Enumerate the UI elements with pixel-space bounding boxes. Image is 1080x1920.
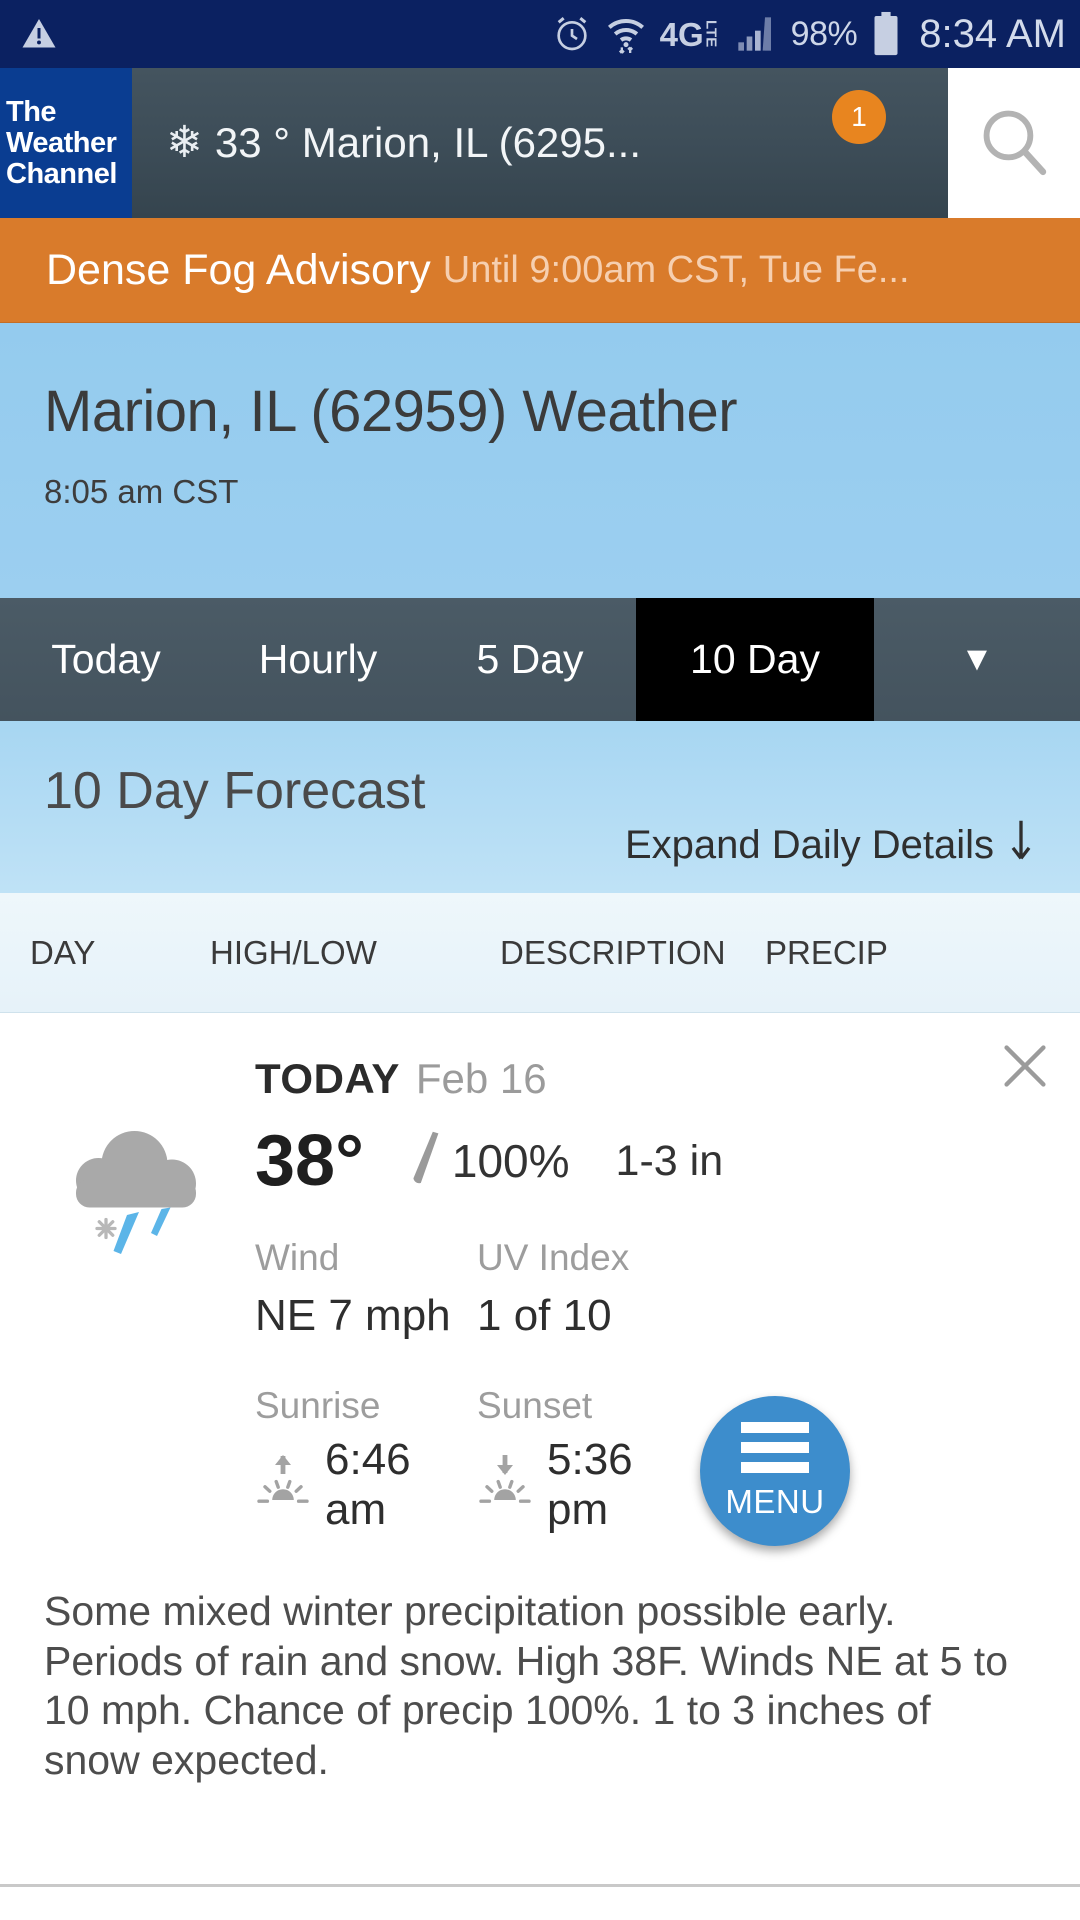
alert-count-badge[interactable]: 1 (832, 90, 886, 144)
sunset-icon (477, 1452, 533, 1519)
page-title: Marion, IL (62959) Weather (44, 379, 738, 444)
sunrise-label: Sunrise (255, 1385, 381, 1426)
uv-value: 1 of 10 (477, 1291, 612, 1340)
column-header-high-low: HIGH/LOW (210, 933, 377, 971)
network-label: 4G (659, 15, 704, 53)
daily-detail-content: TODAY Feb 16 38° 100% 1-3 in Wind NE 7 m… (255, 1055, 1080, 1535)
expand-daily-details-button[interactable]: Expand Daily Details (625, 819, 1034, 871)
wind-uv-row: Wind NE 7 mph UV Index 1 of 10 (255, 1237, 1080, 1341)
location-hero: Marion, IL (62959) Weather 8:05 am CST (0, 323, 1080, 598)
daily-detail-card: TODAY Feb 16 38° 100% 1-3 in Wind NE 7 m… (0, 1013, 1080, 1786)
column-header-description: DESCRIPTION (500, 933, 726, 971)
cellular-signal-icon (733, 14, 777, 54)
battery-icon (871, 11, 901, 57)
network-type-icon: 4G LTE (659, 15, 720, 53)
snowflake-icon: ❄ (166, 118, 203, 167)
forecast-header: 10 Day Forecast Expand Daily Details (0, 721, 1080, 893)
daily-detail-body: TODAY Feb 16 38° 100% 1-3 in Wind NE 7 m… (0, 1013, 1080, 1785)
logo-line-1: The (6, 95, 57, 128)
forecast-title: 10 Day Forecast (44, 762, 426, 820)
tab-10-day[interactable]: 10 Day (636, 598, 874, 721)
expand-daily-details-label: Expand Daily Details (624, 822, 994, 867)
search-icon (977, 104, 1051, 183)
app-bar: The Weather Channel ❄ 33 ° Marion, IL (6… (0, 68, 1080, 218)
uv-label: UV Index (477, 1237, 630, 1278)
wind-label: Wind (255, 1237, 340, 1278)
sunrise-time: 6:46 am (325, 1435, 411, 1534)
menu-fab-label: MENU (725, 1482, 825, 1520)
sunrise-sunset-row: Sunrise 6:46 am Sunset 5:36 pm (255, 1385, 1080, 1535)
status-bar-left (20, 16, 58, 52)
temperature-row: 38° 100% 1-3 in (255, 1125, 1080, 1197)
wifi-icon (606, 14, 646, 54)
day-label: TODAY (255, 1055, 400, 1102)
sunset-label: Sunset (477, 1385, 593, 1426)
tab-hourly[interactable]: Hourly (212, 598, 424, 721)
date-row: TODAY Feb 16 (255, 1055, 1080, 1103)
uv-metric: UV Index 1 of 10 (477, 1237, 699, 1341)
observed-time: 8:05 am CST (44, 473, 239, 510)
forecast-narrative: Some mixed winter precipitation possible… (44, 1588, 1009, 1783)
arrow-down-icon (1008, 819, 1034, 871)
search-button[interactable] (948, 68, 1080, 218)
weather-alert-banner[interactable]: Dense Fog Advisory Until 9:00am CST, Tue… (0, 218, 1080, 323)
raindrop-icon (406, 1127, 442, 1196)
alarm-clock-icon (552, 14, 592, 54)
cloud-rain-snow-icon (52, 1113, 217, 1263)
column-header-precip: PRECIP (765, 933, 888, 971)
menu-fab-button[interactable]: MENU (700, 1396, 850, 1546)
forecast-column-headers: DAY HIGH/LOW DESCRIPTION PRECIP (0, 893, 1080, 1013)
sunrise-icon (255, 1452, 311, 1519)
wind-metric: Wind NE 7 mph (255, 1237, 477, 1341)
network-sub-label: LTE (702, 19, 720, 47)
high-temperature: 38° (255, 1121, 364, 1201)
alert-subtitle: Until 9:00am CST, Tue Fe... (442, 248, 910, 291)
tab-5-day[interactable]: 5 Day (424, 598, 636, 721)
wind-value: NE 7 mph (255, 1291, 451, 1340)
detail-metrics-grid: Wind NE 7 mph UV Index 1 of 10 Sunrise 6… (255, 1237, 1080, 1535)
sunrise-value-row: 6:46 am (255, 1435, 477, 1535)
location-summary-label: 33 ° Marion, IL (6295... (214, 119, 642, 166)
snow-accumulation: 1-3 in (615, 1136, 724, 1185)
sunset-value-row: 5:36 pm (477, 1435, 699, 1535)
logo-line-3: Channel (6, 157, 117, 190)
sunset-time: 5:36 pm (547, 1435, 633, 1534)
column-header-day: DAY (30, 933, 96, 971)
android-status-bar: 4G LTE 98% 8:34 AM (0, 0, 1080, 68)
date-label: Feb 16 (415, 1055, 547, 1102)
tab-today[interactable]: Today (0, 598, 212, 721)
tab-more-button[interactable]: ▼ (874, 598, 1080, 721)
location-selector[interactable]: ❄ 33 ° Marion, IL (6295... 1 (132, 68, 948, 218)
chevron-down-icon: ▼ (960, 640, 994, 678)
sunrise-metric: Sunrise 6:46 am (255, 1385, 477, 1535)
status-bar-right: 4G LTE 98% 8:34 AM (552, 11, 1066, 57)
precip-chance: 100% (451, 1135, 570, 1187)
sunset-metric: Sunset 5:36 pm (477, 1385, 699, 1535)
alert-title: Dense Fog Advisory (46, 245, 431, 294)
bottom-divider (0, 1884, 1080, 1887)
battery-percent-label: 98% (790, 14, 858, 53)
logo-line-2: Weather (6, 126, 117, 159)
weather-channel-logo[interactable]: The Weather Channel (0, 68, 132, 218)
warning-triangle-icon (20, 16, 58, 52)
hamburger-menu-icon (741, 1421, 809, 1473)
status-bar-clock: 8:34 AM (919, 11, 1066, 56)
forecast-tab-bar: Today Hourly 5 Day 10 Day ▼ (0, 598, 1080, 721)
